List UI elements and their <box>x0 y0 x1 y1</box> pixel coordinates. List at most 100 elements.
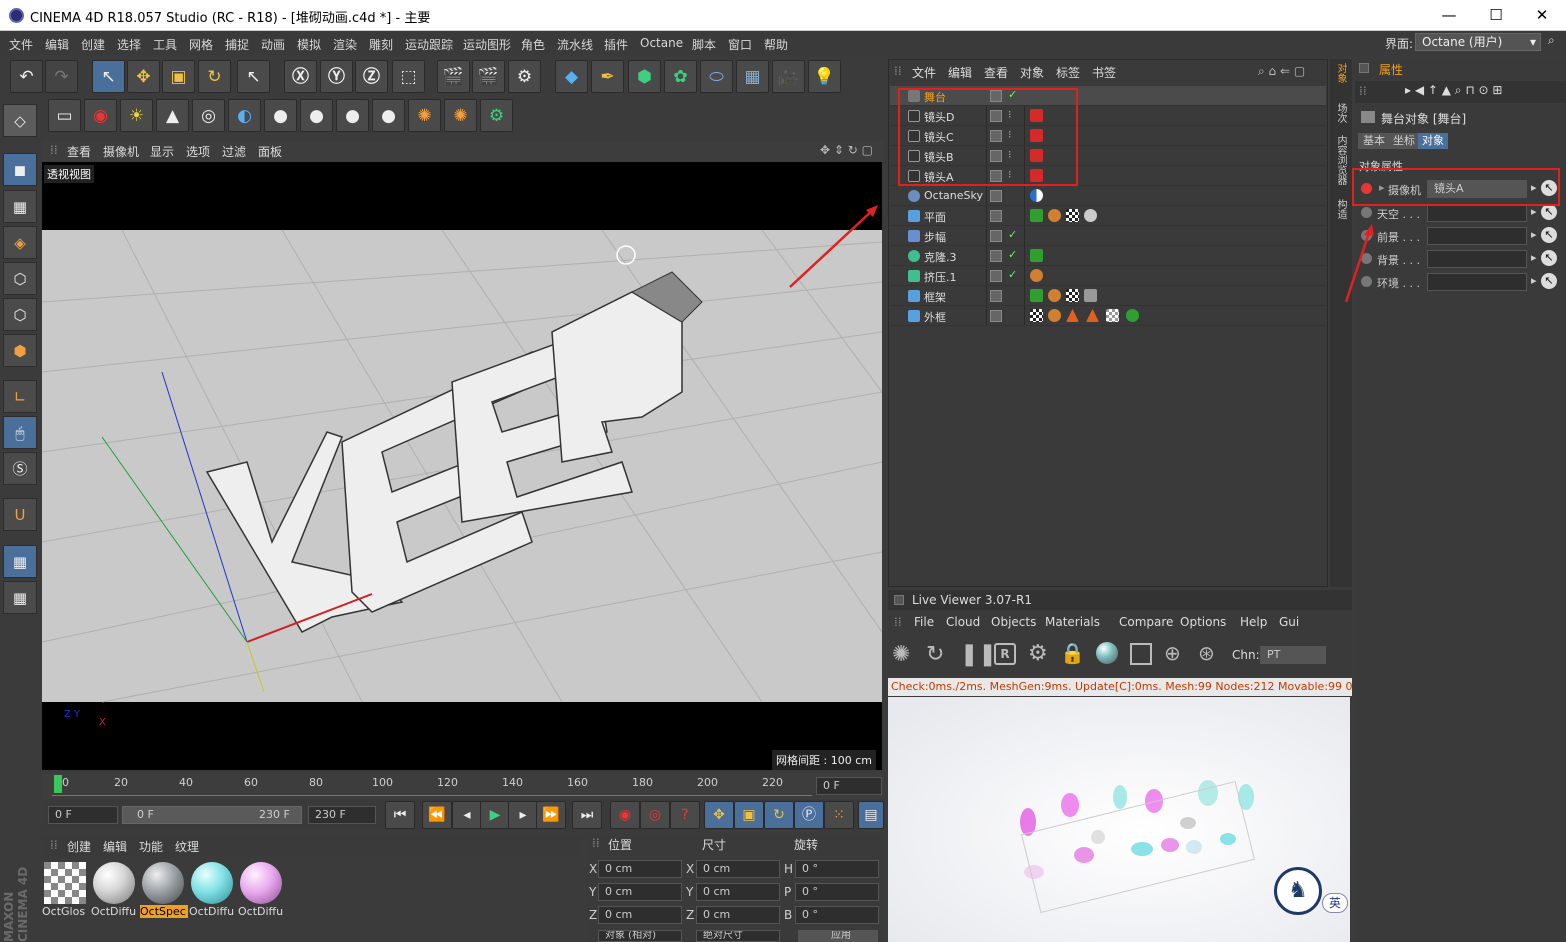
enabled-check-icon[interactable]: ✓ <box>1008 248 1017 261</box>
menu-sculpt[interactable]: 雕刻 <box>369 36 393 53</box>
texture-tag-icon[interactable] <box>1048 309 1061 322</box>
animate-dot-icon[interactable] <box>1361 207 1372 218</box>
menu-snap[interactable]: 捕捉 <box>225 36 249 53</box>
viewport-menu-filter[interactable]: 过滤 <box>222 143 246 160</box>
material-menu-texture[interactable]: 纹理 <box>175 838 199 855</box>
record-icon[interactable]: ◉ <box>610 801 640 829</box>
menu-octane[interactable]: Octane <box>640 36 683 50</box>
pick-object-icon[interactable]: ↖ <box>1541 204 1557 220</box>
material-menu-edit[interactable]: 编辑 <box>103 838 127 855</box>
texture-tag-icon[interactable] <box>1030 269 1043 282</box>
live-selection-icon[interactable]: ↖ <box>92 60 125 93</box>
polygon-mode-icon[interactable]: ⬢ <box>3 334 37 367</box>
make-editable-icon[interactable]: ◇ <box>3 104 37 137</box>
material-tag-icon[interactable] <box>1030 309 1043 322</box>
octane-environment-tag-icon[interactable] <box>1030 189 1043 202</box>
selection-tag-icon[interactable] <box>1086 309 1099 322</box>
timeline[interactable]: 0 20 40 60 80 100 120 140 160 180 200 22… <box>42 773 884 799</box>
pick-object-icon[interactable]: ↖ <box>1541 227 1557 243</box>
pos-y-field[interactable]: 0 cm <box>598 883 682 901</box>
material-swatch[interactable]: OctDiffu <box>189 860 235 920</box>
viewport-nav-icons[interactable]: ✥ ⇕ ↻ ▢ <box>820 143 873 157</box>
size-z-field[interactable]: 0 cm <box>696 906 780 924</box>
viewport-menu-options[interactable]: 选项 <box>186 143 210 160</box>
visibility-toggle[interactable] <box>990 290 1002 302</box>
lv-menu-options[interactable]: Options <box>1180 615 1226 629</box>
background-link-field[interactable] <box>1427 250 1527 268</box>
rot-p-field[interactable]: 0 ° <box>795 883 879 901</box>
scale-icon[interactable]: ▣ <box>162 60 195 93</box>
previous-frame-icon[interactable]: ◂ <box>452 801 482 829</box>
attr-nav-icons[interactable]: ▸ ◀ ↑ ▲ ⌕ ⊓ ⊙ ⊞ <box>1405 83 1502 98</box>
lock-icon[interactable]: 🔒 <box>1060 641 1085 665</box>
lv-menu-materials[interactable]: Materials <box>1045 615 1100 629</box>
keyframe-selection-icon[interactable]: ? <box>670 801 700 829</box>
recent-tool-icon[interactable]: ↖ <box>237 60 270 93</box>
live-viewer-render[interactable]: ♞ 英 <box>888 697 1350 942</box>
phong-tag-icon[interactable] <box>1030 249 1043 262</box>
current-frame-field[interactable]: 0 F <box>816 777 882 795</box>
undo-icon[interactable]: ↶ <box>10 60 43 93</box>
octane-target-light-icon[interactable]: ◎ <box>192 99 225 132</box>
pick-object-icon[interactable]: ↖ <box>1541 273 1557 289</box>
perspective-viewport[interactable]: Z Y X <box>42 162 882 770</box>
channel-select[interactable]: PT <box>1260 646 1326 664</box>
pick-object-icon[interactable]: ↖ <box>1541 250 1557 266</box>
workplane-lock-icon[interactable]: ▦ <box>3 545 37 578</box>
menu-motion-tracker[interactable]: 运动跟踪 <box>405 36 453 53</box>
object-row[interactable]: 框架 <box>890 286 1326 306</box>
search-icon[interactable]: ⌕ <box>1548 33 1555 48</box>
side-tab-takes[interactable]: 场次 <box>1333 103 1348 123</box>
focus-picker-icon[interactable]: ⊕ <box>1164 641 1181 665</box>
om-menu-file[interactable]: 文件 <box>912 64 936 81</box>
key-parameter-icon[interactable]: Ⓟ <box>794 801 824 829</box>
octane-material-4-icon[interactable]: ● <box>372 99 405 132</box>
link-arrow-icon[interactable]: ▸ <box>1531 205 1537 218</box>
lv-menu-compare[interactable]: Compare <box>1119 615 1173 629</box>
workplane-mode-icon[interactable]: ◈ <box>3 226 37 259</box>
viewport-menu-view[interactable]: 查看 <box>67 143 91 160</box>
material-swatch[interactable]: OctDiffu <box>91 860 137 920</box>
om-menu-edit[interactable]: 编辑 <box>948 64 972 81</box>
material-swatch[interactable]: OctSpec <box>140 860 188 920</box>
octane-area-light-icon[interactable]: ▭ <box>48 99 81 132</box>
edge-mode-icon[interactable]: ⬡ <box>3 298 37 331</box>
point-mode-icon[interactable]: ⬡ <box>3 262 37 295</box>
octane-material-3-icon[interactable]: ● <box>336 99 369 132</box>
coordinate-system-icon[interactable]: ⬚ <box>392 60 425 93</box>
material-tag-icon[interactable] <box>1066 209 1079 222</box>
light-icon[interactable]: 💡 <box>808 60 841 93</box>
lv-menu-gui[interactable]: Gui <box>1279 615 1299 629</box>
redo-icon[interactable]: ↷ <box>45 60 78 93</box>
visibility-toggle[interactable] <box>990 210 1002 222</box>
link-arrow-icon[interactable]: ▸ <box>1531 251 1537 264</box>
lv-menu-help[interactable]: Help <box>1240 615 1267 629</box>
render-to-picture-viewer-icon[interactable]: 🎬 <box>472 60 505 93</box>
octane-daylight-icon[interactable]: ☀ <box>120 99 153 132</box>
texture-tag-icon[interactable] <box>1048 289 1061 302</box>
tab-basic[interactable]: 基本 <box>1358 133 1390 149</box>
previous-key-icon[interactable]: ⏪ <box>422 801 452 829</box>
size-x-field[interactable]: 0 cm <box>696 860 780 878</box>
rot-h-field[interactable]: 0 ° <box>795 860 879 878</box>
settings-gear-icon[interactable]: ⚙ <box>1028 641 1048 666</box>
end-frame-field[interactable]: 230 F <box>308 806 376 824</box>
region-render-icon[interactable]: R <box>994 643 1016 665</box>
menu-script[interactable]: 脚本 <box>692 36 716 53</box>
menu-simulate[interactable]: 模拟 <box>297 36 321 53</box>
tab-coordinates[interactable]: 坐标 <box>1389 133 1419 149</box>
deformer-icon[interactable]: ⬭ <box>700 60 733 93</box>
coordinate-mode-select[interactable]: 对象 (相对) <box>598 930 682 942</box>
object-row[interactable]: 平面 <box>890 206 1326 226</box>
octane-vdb-icon[interactable]: ✺ <box>444 99 477 132</box>
menu-help[interactable]: 帮助 <box>764 36 788 53</box>
object-row[interactable]: 挤压.1 ✓ <box>890 266 1326 286</box>
playhead[interactable] <box>54 775 62 793</box>
object-row[interactable]: 克隆.3 ✓ <box>890 246 1326 266</box>
restart-render-icon[interactable]: ↻ <box>926 642 944 667</box>
tab-object[interactable]: 对象 <box>1418 133 1448 149</box>
clay-mode-icon[interactable] <box>1130 643 1152 665</box>
timeline-window-icon[interactable]: ▤ <box>858 801 884 829</box>
om-menu-objects[interactable]: 对象 <box>1020 64 1044 81</box>
next-frame-icon[interactable]: ▸ <box>508 801 538 829</box>
